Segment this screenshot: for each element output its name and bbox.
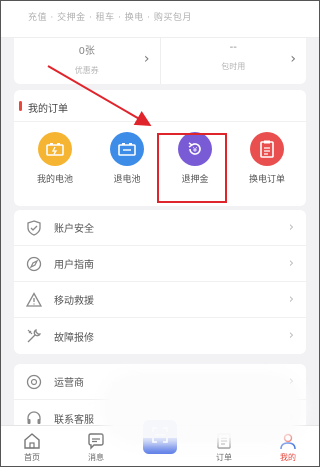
blur-overlay (108, 378, 298, 438)
